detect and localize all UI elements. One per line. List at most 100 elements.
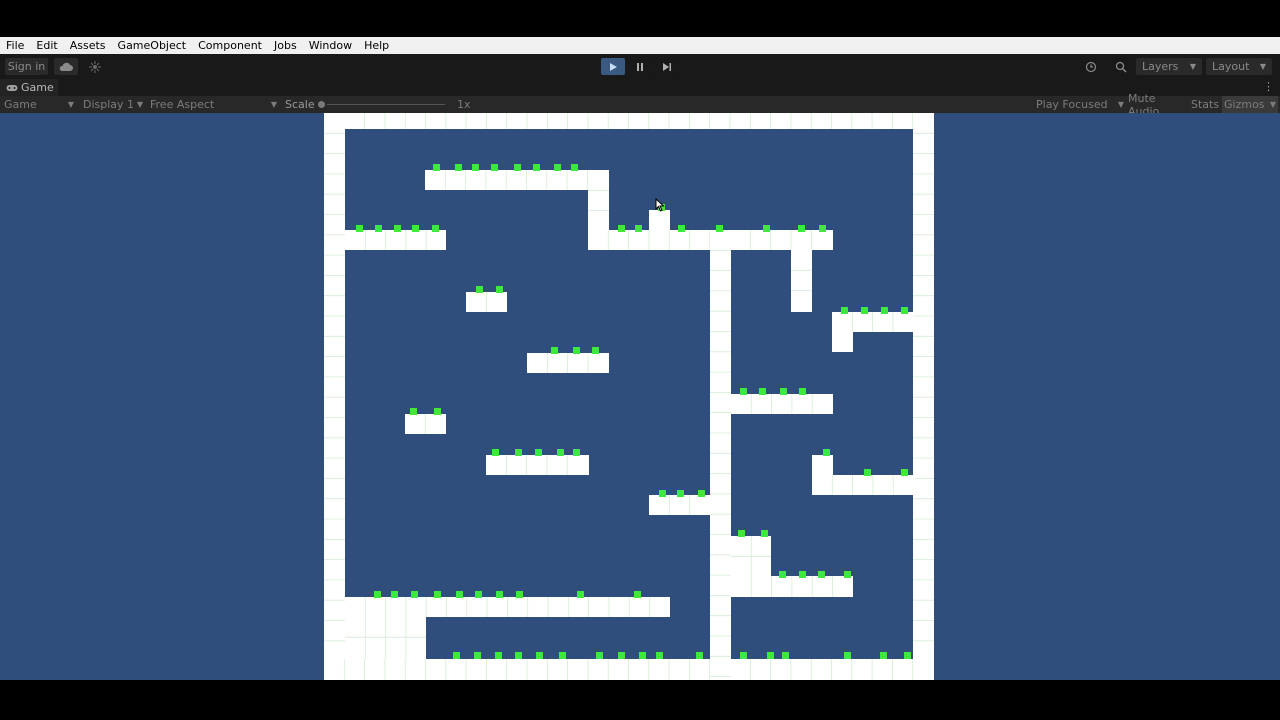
search-button[interactable] xyxy=(1110,58,1132,75)
wall-block xyxy=(324,113,345,680)
collectible-pickup xyxy=(635,225,642,232)
cloud-icon xyxy=(59,62,73,71)
menu-edit[interactable]: Edit xyxy=(30,39,63,52)
scale-slider[interactable] xyxy=(317,96,445,113)
collectible-pickup xyxy=(659,490,666,497)
toolbar: Sign in Layers ▼ Layout ▼ xyxy=(0,54,1280,79)
wall-block xyxy=(345,597,670,617)
wall-block xyxy=(791,250,812,312)
chevron-down-icon: ▼ xyxy=(1259,62,1266,71)
collectible-pickup xyxy=(782,652,789,659)
collectible-pickup xyxy=(491,164,498,171)
collab-button[interactable] xyxy=(84,58,106,75)
display-dropdown[interactable]: Display 1 ▼ xyxy=(83,96,143,113)
collectible-pickup xyxy=(799,388,806,395)
collectible-pickup xyxy=(516,591,523,598)
wall-block xyxy=(731,394,833,414)
slider-thumb[interactable] xyxy=(318,101,325,108)
game-mode-dropdown[interactable]: Game ▼ xyxy=(4,96,74,113)
wall-block xyxy=(731,536,771,576)
layout-dropdown[interactable]: Layout ▼ xyxy=(1206,58,1272,75)
letterbox-bottom xyxy=(0,680,1280,720)
wall-block xyxy=(405,414,446,434)
collectible-pickup xyxy=(880,652,887,659)
collectible-pickup xyxy=(634,591,641,598)
tab-game[interactable]: Game xyxy=(0,79,58,96)
wall-block xyxy=(425,170,609,190)
collectible-pickup xyxy=(639,652,646,659)
display-label: Display 1 xyxy=(83,98,135,111)
collectible-pickup xyxy=(881,307,888,314)
menu-bar: File Edit Assets GameObject Component Jo… xyxy=(0,37,1280,54)
mouse-cursor-icon xyxy=(655,198,665,212)
collectible-pickup xyxy=(391,591,398,598)
history-button[interactable] xyxy=(1080,58,1102,75)
game-mode-label: Game xyxy=(4,98,37,111)
wall-block xyxy=(649,210,670,230)
sign-in-button[interactable]: Sign in xyxy=(5,58,48,75)
pause-button[interactable] xyxy=(628,58,652,75)
mute-audio-toggle[interactable]: Mute Audio xyxy=(1128,92,1186,118)
layout-label: Layout xyxy=(1212,60,1250,73)
menu-file[interactable]: File xyxy=(0,39,30,52)
gizmos-dropdown[interactable]: Gizmos ▼ xyxy=(1222,96,1278,113)
chevron-down-icon: ▼ xyxy=(136,100,143,109)
collectible-pickup xyxy=(434,408,441,415)
step-button[interactable] xyxy=(655,58,679,75)
collectible-pickup xyxy=(455,164,462,171)
collectible-pickup xyxy=(618,652,625,659)
collectible-pickup xyxy=(656,652,663,659)
scale-label: Scale xyxy=(285,98,315,111)
wall-block xyxy=(527,353,609,373)
collectible-pickup xyxy=(573,347,580,354)
collectible-pickup xyxy=(818,571,825,578)
collectible-pickup xyxy=(535,449,542,456)
collectible-pickup xyxy=(618,225,625,232)
play-icon xyxy=(610,62,617,71)
layers-dropdown[interactable]: Layers ▼ xyxy=(1136,58,1202,75)
chevron-down-icon: ▼ xyxy=(67,100,74,109)
collectible-pickup xyxy=(819,225,826,232)
collectible-pickup xyxy=(779,571,786,578)
stats-toggle[interactable]: Stats xyxy=(1191,96,1219,113)
more-options-icon[interactable]: ⋮ xyxy=(1263,80,1274,93)
menu-jobs[interactable]: Jobs xyxy=(268,39,303,52)
collectible-pickup xyxy=(356,225,363,232)
collectible-pickup xyxy=(551,347,558,354)
collab-icon xyxy=(89,60,101,73)
level-canvas[interactable] xyxy=(324,113,934,680)
collectible-pickup xyxy=(901,469,908,476)
search-icon xyxy=(1115,61,1127,73)
slider-track xyxy=(327,104,445,105)
wall-block xyxy=(731,576,853,597)
collectible-pickup xyxy=(375,225,382,232)
collectible-pickup xyxy=(533,164,540,171)
menu-gameobject[interactable]: GameObject xyxy=(112,39,193,52)
menu-component[interactable]: Component xyxy=(192,39,268,52)
tab-game-label: Game xyxy=(21,81,54,94)
collectible-pickup xyxy=(740,652,747,659)
aspect-dropdown[interactable]: Free Aspect ▼ xyxy=(150,96,277,113)
gamepad-icon xyxy=(6,84,18,91)
wall-block xyxy=(812,455,833,475)
pause-icon xyxy=(637,62,643,71)
chevron-down-icon: ▼ xyxy=(1117,100,1124,109)
collectible-pickup xyxy=(901,307,908,314)
menu-assets[interactable]: Assets xyxy=(64,39,112,52)
wall-block xyxy=(466,292,507,312)
chevron-down-icon: ▼ xyxy=(1269,100,1276,109)
collectible-pickup xyxy=(767,652,774,659)
collectible-pickup xyxy=(514,164,521,171)
collectible-pickup xyxy=(844,652,851,659)
collectible-pickup xyxy=(475,591,482,598)
collectible-pickup xyxy=(904,652,911,659)
menu-window[interactable]: Window xyxy=(303,39,358,52)
letterbox-top xyxy=(0,0,1280,37)
play-button[interactable] xyxy=(601,58,625,75)
menu-help[interactable]: Help xyxy=(358,39,395,52)
play-focused-dropdown[interactable]: Play Focused ▼ xyxy=(1036,96,1124,113)
cloud-button[interactable] xyxy=(54,58,78,75)
game-view-toolbar: Game ▼ Display 1 ▼ Free Aspect ▼ Scale 1… xyxy=(0,92,1280,118)
collectible-pickup xyxy=(559,652,566,659)
play-focused-label: Play Focused xyxy=(1036,98,1108,111)
